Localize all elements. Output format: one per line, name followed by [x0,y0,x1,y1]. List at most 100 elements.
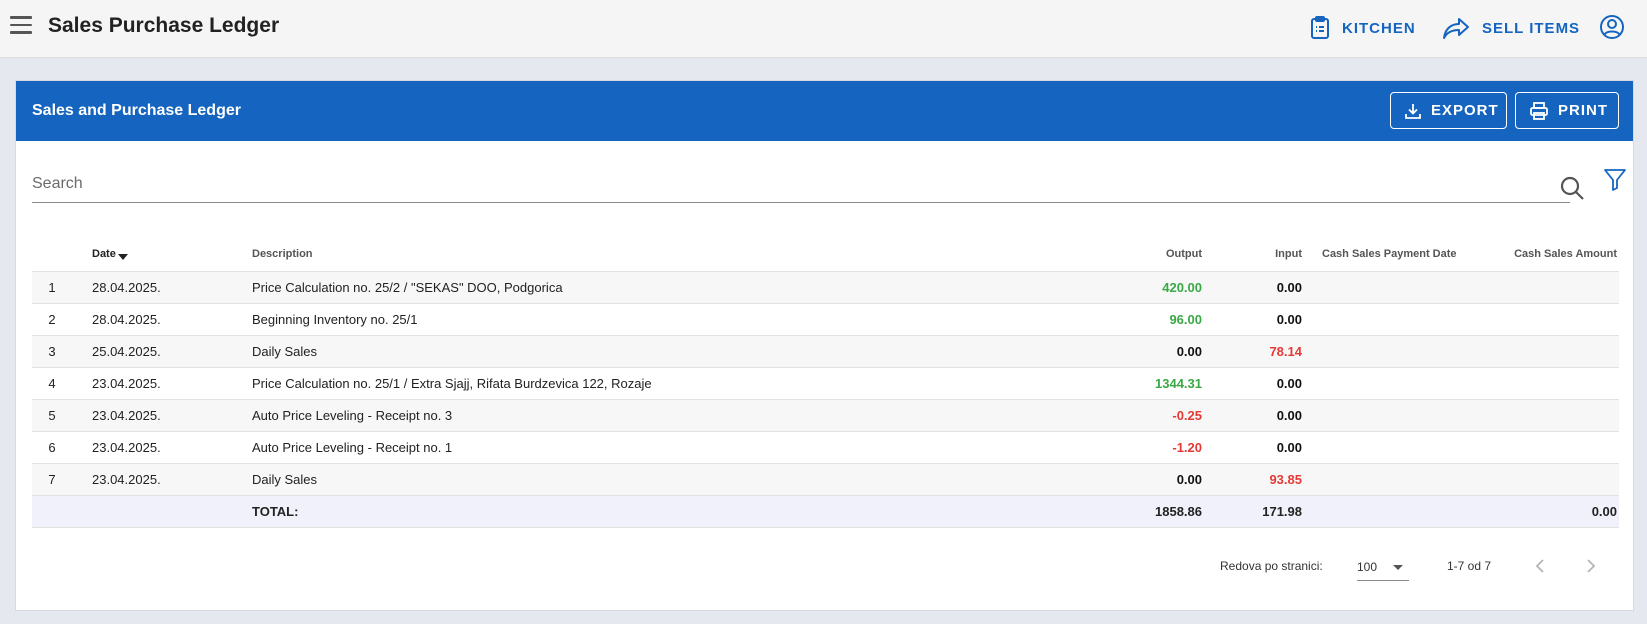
output-column-header: Output [1165,247,1202,260]
row-date: 23.04.2025. [92,376,161,391]
dropdown-caret-icon [1393,565,1403,570]
table-row[interactable]: 6 23.04.2025. Auto Price Leveling - Rece… [32,432,1619,464]
print-label: PRINT [1558,102,1608,119]
row-cash-sales-date [1322,400,1492,431]
row-output: 420.00 [1162,280,1202,295]
row-index: 2 [48,312,56,327]
date-column-header[interactable]: Date [92,236,242,271]
filter-icon[interactable] [1603,168,1627,192]
print-button[interactable]: PRINT [1515,92,1619,129]
row-cash-sales-date [1322,464,1492,495]
total-output: 1858.86 [1155,504,1202,519]
row-date: 23.04.2025. [92,440,161,455]
cash-sales-payment-date-header: Cash Sales Payment Date [1322,247,1457,260]
row-description: Daily Sales [252,344,318,359]
row-description: Auto Price Leveling - Receipt no. 1 [252,440,453,455]
rows-per-page-select[interactable]: 100 [1357,553,1409,581]
row-input: 93.85 [1269,472,1302,487]
chevron-left-icon [1535,559,1544,573]
row-index: 4 [48,376,56,391]
card-header: Sales and Purchase Ledger EXPORT PRINT [16,81,1633,141]
row-output: 0.00 [1176,344,1202,359]
row-description: Price Calculation no. 25/2 / "SEKAS" DOO… [252,280,563,295]
row-cash-sales-amount [1472,368,1617,399]
export-label: EXPORT [1431,102,1499,119]
row-index: 7 [48,472,56,487]
row-cash-sales-date [1322,432,1492,463]
row-cash-sales-date [1322,368,1492,399]
account-circle-icon[interactable] [1599,14,1625,40]
row-output: 96.00 [1169,312,1202,327]
row-input: 0.00 [1276,440,1302,455]
description-column-header: Description [252,247,313,260]
ledger-card: Sales and Purchase Ledger EXPORT PRINT D… [15,80,1634,611]
share-arrow-icon [1443,18,1469,39]
row-date: 23.04.2025. [92,472,161,487]
row-description: Daily Sales [252,472,318,487]
next-page-button[interactable] [1585,553,1597,579]
row-cash-sales-date [1322,304,1492,335]
chevron-right-icon [1587,559,1596,573]
kitchen-label: KITCHEN [1342,19,1416,37]
hamburger-menu-icon[interactable] [10,16,32,36]
row-input: 0.00 [1276,312,1302,327]
row-output: -0.25 [1172,408,1202,423]
row-cash-sales-date [1322,336,1492,367]
row-index: 6 [48,440,56,455]
row-index: 1 [48,280,56,295]
input-column-header: Input [1275,247,1302,260]
table-row[interactable]: 4 23.04.2025. Price Calculation no. 25/1… [32,368,1619,400]
sell-items-button[interactable]: SELL ITEMS [1442,14,1580,42]
row-date: 28.04.2025. [92,280,161,295]
row-cash-sales-amount [1472,336,1617,367]
row-description: Auto Price Leveling - Receipt no. 3 [252,408,453,423]
row-date: 23.04.2025. [92,408,161,423]
search-icon[interactable] [1559,175,1585,201]
sell-items-label: SELL ITEMS [1482,19,1581,37]
row-output: -1.20 [1172,440,1202,455]
cash-sales-amount-header: Cash Sales Amount [1514,247,1617,260]
row-input: 0.00 [1276,376,1302,391]
row-date: 28.04.2025. [92,312,161,327]
clipboard-list-icon [1311,16,1329,39]
row-index: 3 [48,344,56,359]
card-title: Sales and Purchase Ledger [32,102,241,119]
top-app-bar: Sales Purchase Ledger KITCHEN SELL ITEMS [0,0,1647,58]
total-cash-sales-amount: 0.00 [1591,504,1617,519]
previous-page-button[interactable] [1534,553,1546,579]
row-index: 5 [48,408,56,423]
table-row[interactable]: 1 28.04.2025. Price Calculation no. 25/2… [32,272,1619,304]
row-cash-sales-amount [1472,272,1617,303]
export-button[interactable]: EXPORT [1390,92,1507,129]
total-input: 171.98 [1262,504,1302,519]
row-description: Price Calculation no. 25/1 / Extra Sjajj… [252,376,652,391]
row-cash-sales-amount [1472,304,1617,335]
printer-icon [1530,101,1548,120]
row-input: 78.14 [1269,344,1302,359]
date-header-label: Date [92,247,116,260]
total-label: TOTAL: [252,504,299,519]
kitchen-button[interactable]: KITCHEN [1310,14,1416,42]
sort-desc-icon [117,253,128,260]
row-cash-sales-amount [1472,400,1617,431]
row-date: 25.04.2025. [92,344,161,359]
search-input[interactable] [32,169,1512,199]
page-title: Sales Purchase Ledger [48,14,280,37]
row-description: Beginning Inventory no. 25/1 [252,312,418,327]
table-row[interactable]: 5 23.04.2025. Auto Price Leveling - Rece… [32,400,1619,432]
download-icon [1405,103,1421,119]
table-row[interactable]: 3 25.04.2025. Daily Sales 0.00 78.14 [32,336,1619,368]
row-input: 0.00 [1276,408,1302,423]
row-output: 1344.31 [1155,376,1202,391]
rows-per-page-value: 100 [1357,559,1378,574]
row-cash-sales-amount [1472,464,1617,495]
rows-per-page-label: Redova po stranici: [1220,559,1323,573]
row-cash-sales-amount [1472,432,1617,463]
row-cash-sales-date [1322,272,1492,303]
table-header-row: Date Description Output Input Cash Sales… [32,236,1619,272]
table-row[interactable]: 2 28.04.2025. Beginning Inventory no. 25… [32,304,1619,336]
table-row[interactable]: 7 23.04.2025. Daily Sales 0.00 93.85 [32,464,1619,496]
total-row: TOTAL: 1858.86 171.98 0.00 [32,496,1619,528]
row-input: 0.00 [1276,280,1302,295]
search-field [32,169,1584,203]
